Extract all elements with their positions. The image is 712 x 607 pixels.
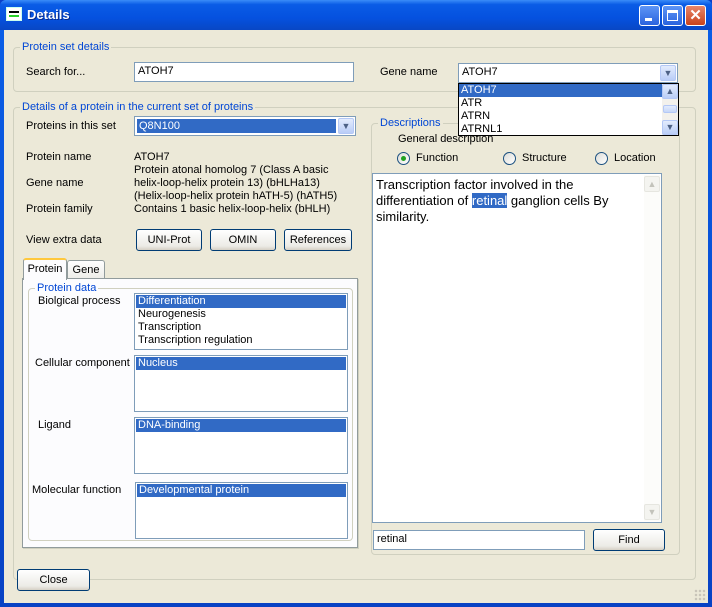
molecular-function-label: Molecular function (32, 484, 122, 496)
omin-button[interactable]: OMIN (210, 229, 276, 251)
tab-protein[interactable]: Protein (23, 258, 67, 280)
radio-structure-label[interactable]: Structure (522, 152, 567, 164)
scroll-up-icon[interactable]: ▲ (662, 84, 678, 99)
dropdown-option[interactable]: ATRNL1 (459, 123, 662, 134)
protein-details-legend: Details of a protein in the current set … (20, 101, 256, 113)
list-item[interactable]: Differentiation (136, 295, 346, 308)
minimize-icon (645, 18, 652, 21)
scroll-up-icon[interactable]: ▲ (644, 176, 660, 192)
chevron-down-icon[interactable]: ▼ (338, 118, 354, 134)
minimize-button[interactable] (639, 5, 660, 26)
close-button[interactable]: Close (17, 569, 90, 591)
dropdown-option[interactable]: ATR (459, 97, 662, 110)
description-scrollbar[interactable]: ▲ ▼ (644, 175, 660, 521)
extra-data-label: View extra data (26, 234, 102, 246)
list-item[interactable]: DNA-binding (136, 419, 346, 432)
client-area: Protein set details Search for... ATOH7 … (4, 30, 708, 603)
references-button[interactable]: References (284, 229, 352, 251)
title-bar[interactable]: Details ✕ (0, 0, 712, 30)
find-button[interactable]: Find (593, 529, 665, 551)
dropdown-scroll-thumb[interactable] (663, 105, 677, 113)
list-item[interactable]: Nucleus (136, 357, 346, 370)
window-title: Details (27, 7, 70, 22)
radio-structure[interactable] (503, 152, 516, 165)
dropdown-scrollbar[interactable]: ▲ ▼ (662, 84, 678, 135)
cellular-component-label: Cellular component (35, 357, 130, 369)
descriptions-legend: Descriptions (378, 117, 443, 129)
radio-function-label[interactable]: Function (416, 152, 458, 164)
resize-grip[interactable] (694, 589, 706, 601)
protein-family-label: Protein family (26, 203, 93, 215)
protein-desc-line-2: helix-loop-helix protein 13) (bHLHa13) (134, 177, 320, 189)
gene-name-detail-label: Gene name (26, 177, 84, 189)
gene-name-value: ATOH7 (462, 66, 498, 78)
protein-data-legend: Protein data (35, 282, 99, 294)
close-window-button[interactable]: ✕ (685, 5, 706, 26)
radio-location[interactable] (595, 152, 608, 165)
dropdown-option[interactable]: ATRN (459, 110, 662, 123)
protein-desc-line-1: Protein atonal homolog 7 (Class A basic (134, 164, 329, 176)
search-label: Search for... (26, 66, 86, 78)
proteins-value: Q8N100 (137, 119, 336, 133)
maximize-button[interactable] (662, 5, 683, 26)
list-item[interactable]: Transcription regulation (136, 334, 346, 347)
ligand-label: Ligand (38, 419, 72, 431)
proteins-combo[interactable]: Q8N100 ▼ (134, 116, 356, 136)
dropdown-option[interactable]: ATOH7 (459, 84, 662, 97)
search-input[interactable]: ATOH7 (134, 62, 354, 82)
scroll-down-icon[interactable]: ▼ (662, 120, 678, 135)
radio-location-label[interactable]: Location (614, 152, 656, 164)
close-icon: ✕ (689, 7, 702, 24)
proteins-in-set-label: Proteins in this set (26, 120, 116, 132)
chevron-down-icon[interactable]: ▼ (660, 65, 676, 81)
cellular-component-list[interactable]: Nucleus (134, 355, 348, 412)
uniprot-button[interactable]: UNI-Prot (136, 229, 202, 251)
description-highlight: retinal (471, 193, 508, 208)
gene-name-combo[interactable]: ATOH7 ▼ (458, 63, 678, 83)
list-item[interactable]: Transcription (136, 321, 346, 334)
list-item[interactable]: Neurogenesis (136, 308, 346, 321)
protein-name-value: ATOH7 (134, 151, 170, 163)
gene-name-dropdown[interactable]: ATOH7 ATR ATRN ATRNL1 ▲ ▼ (458, 83, 679, 136)
description-textarea[interactable]: Transcription factor involved in the dif… (372, 173, 662, 523)
protein-set-legend: Protein set details (20, 41, 112, 53)
protein-family-value: Contains 1 basic helix-loop-helix (bHLH) (134, 203, 331, 215)
find-input[interactable]: retinal (373, 530, 585, 550)
protein-desc-line-3: (Helix-loop-helix protein hATH-5) (hATH5… (134, 190, 338, 202)
list-item[interactable]: Developmental protein (137, 484, 346, 497)
details-window: Details ✕ Protein set details Search for… (0, 0, 712, 607)
radio-function[interactable] (397, 152, 410, 165)
biological-process-list[interactable]: Differentiation Neurogenesis Transcripti… (134, 293, 348, 350)
tab-gene[interactable]: Gene (67, 260, 105, 280)
biological-process-label: Biolgical process (38, 295, 121, 307)
gene-name-label: Gene name (380, 66, 438, 78)
maximize-icon (667, 10, 678, 21)
app-icon (6, 7, 22, 21)
ligand-list[interactable]: DNA-binding (134, 417, 348, 474)
scroll-down-icon[interactable]: ▼ (644, 504, 660, 520)
protein-name-label: Protein name (26, 151, 92, 163)
radio-checked-dot (401, 156, 406, 161)
molecular-function-list[interactable]: Developmental protein (135, 482, 348, 539)
